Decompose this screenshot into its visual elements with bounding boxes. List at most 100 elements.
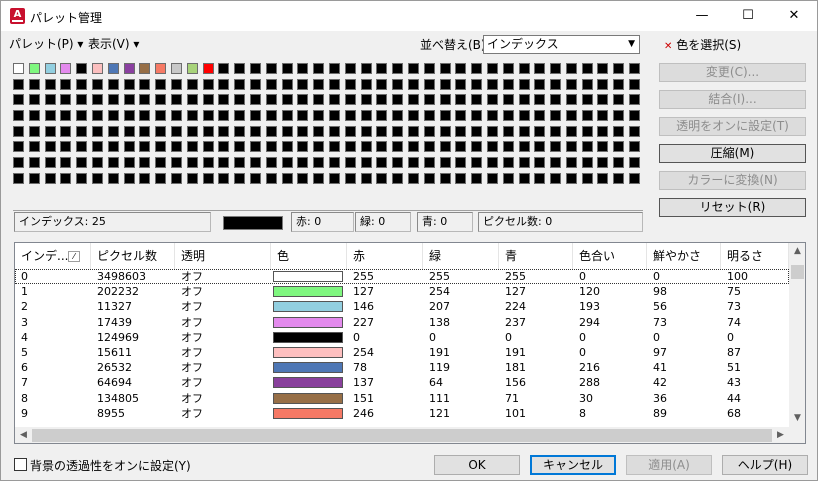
palette-swatch[interactable] — [629, 78, 641, 90]
compress-button[interactable]: 圧縮(M) — [659, 144, 806, 163]
palette-swatch[interactable] — [392, 157, 404, 169]
palette-swatch[interactable] — [392, 172, 404, 184]
palette-swatch[interactable] — [439, 110, 451, 122]
palette-swatch[interactable] — [139, 172, 151, 184]
palette-swatch[interactable] — [328, 94, 340, 106]
palette-swatch[interactable] — [202, 63, 214, 74]
column-header[interactable]: ピクセル数 — [91, 243, 175, 269]
palette-swatch[interactable] — [265, 78, 277, 90]
palette-swatch[interactable] — [297, 141, 309, 153]
palette-swatch[interactable] — [376, 78, 388, 90]
palette-swatch[interactable] — [170, 94, 182, 106]
palette-swatch[interactable] — [344, 125, 356, 137]
palette-swatch[interactable] — [123, 78, 135, 90]
palette-swatch[interactable] — [502, 157, 514, 169]
palette-swatch[interactable] — [407, 94, 419, 106]
palette-swatch[interactable] — [471, 125, 483, 137]
column-header[interactable]: 鮮やかさ — [647, 243, 721, 269]
palette-swatch[interactable] — [328, 172, 340, 184]
palette-swatch[interactable] — [107, 157, 119, 169]
palette-swatch[interactable] — [581, 157, 593, 169]
palette-swatch[interactable] — [107, 141, 119, 153]
maximize-button[interactable]: ☐ — [725, 1, 771, 31]
palette-swatch[interactable] — [344, 172, 356, 184]
palette-swatch[interactable] — [139, 94, 151, 106]
palette-swatch[interactable] — [76, 141, 88, 153]
palette-swatch[interactable] — [502, 141, 514, 153]
palette-swatch[interactable] — [439, 63, 451, 74]
horizontal-scrollbar[interactable]: ◀ ▶ — [15, 427, 789, 443]
palette-swatch[interactable] — [565, 78, 577, 90]
palette-swatch[interactable] — [313, 125, 325, 137]
palette-swatch[interactable] — [471, 141, 483, 153]
bg-transparency-checkbox[interactable] — [14, 458, 27, 471]
palette-swatch[interactable] — [471, 78, 483, 90]
palette-swatch[interactable] — [392, 94, 404, 106]
palette-swatch[interactable] — [170, 63, 182, 74]
palette-swatch[interactable] — [376, 94, 388, 106]
vertical-scrollbar[interactable]: ▲ ▼ — [789, 243, 805, 427]
palette-swatch[interactable] — [581, 141, 593, 153]
palette-swatch[interactable] — [439, 94, 451, 106]
palette-swatch[interactable] — [60, 78, 72, 90]
palette-swatch[interactable] — [234, 125, 246, 137]
palette-swatch[interactable] — [249, 63, 261, 74]
palette-swatch[interactable] — [407, 125, 419, 137]
palette-swatch[interactable] — [13, 125, 24, 137]
palette-swatch[interactable] — [265, 157, 277, 169]
palette-swatch[interactable] — [518, 94, 530, 106]
palette-swatch[interactable] — [123, 141, 135, 153]
palette-swatch[interactable] — [234, 63, 246, 74]
palette-swatch[interactable] — [565, 141, 577, 153]
palette-swatch[interactable] — [518, 157, 530, 169]
table-row[interactable]: 4 124969 オフ 0 0 0 0 0 0 — [15, 330, 789, 345]
palette-swatch[interactable] — [613, 63, 625, 74]
palette-swatch[interactable] — [360, 141, 372, 153]
palette-swatch[interactable] — [218, 94, 230, 106]
palette-swatch[interactable] — [234, 157, 246, 169]
palette-swatch[interactable] — [439, 125, 451, 137]
palette-swatch[interactable] — [107, 172, 119, 184]
palette-swatch[interactable] — [202, 78, 214, 90]
palette-swatch[interactable] — [155, 157, 167, 169]
palette-swatch[interactable] — [344, 157, 356, 169]
table-row[interactable]: 0 3498603 オフ 255 255 255 0 0 100 — [15, 269, 789, 285]
palette-swatch[interactable] — [91, 78, 103, 90]
palette-swatch[interactable] — [518, 110, 530, 122]
palette-swatch[interactable] — [313, 141, 325, 153]
palette-swatch[interactable] — [170, 110, 182, 122]
palette-swatch[interactable] — [202, 125, 214, 137]
palette-swatch[interactable] — [518, 125, 530, 137]
palette-swatch[interactable] — [376, 157, 388, 169]
palette-swatch[interactable] — [60, 110, 72, 122]
palette-swatch[interactable] — [265, 141, 277, 153]
palette-swatch[interactable] — [107, 78, 119, 90]
palette-swatch[interactable] — [550, 78, 562, 90]
palette-swatch[interactable] — [360, 125, 372, 137]
palette-swatch[interactable] — [186, 78, 198, 90]
column-header[interactable]: 青 — [499, 243, 573, 269]
palette-swatch[interactable] — [123, 94, 135, 106]
sort-select[interactable]: インデックス ▼ — [483, 35, 640, 54]
palette-swatch[interactable] — [107, 110, 119, 122]
scroll-left-icon[interactable]: ◀ — [15, 427, 32, 443]
palette-swatch[interactable] — [139, 125, 151, 137]
close-button[interactable]: ✕ — [771, 1, 817, 31]
palette-swatch[interactable] — [91, 110, 103, 122]
palette-swatch[interactable] — [392, 141, 404, 153]
palette-swatch[interactable] — [423, 78, 435, 90]
palette-swatch[interactable] — [392, 125, 404, 137]
palette-swatch[interactable] — [502, 110, 514, 122]
palette-swatch[interactable] — [44, 141, 56, 153]
table-row[interactable]: 2 11327 オフ 146 207 224 193 56 73 — [15, 299, 789, 314]
reset-button[interactable]: リセット(R) — [659, 198, 806, 217]
palette-swatch[interactable] — [249, 125, 261, 137]
palette-swatch[interactable] — [155, 172, 167, 184]
pick-color-button[interactable]: ✕ 色を選択(S) — [664, 36, 741, 53]
column-header[interactable]: 色合い — [573, 243, 647, 269]
palette-swatch[interactable] — [186, 63, 198, 74]
cancel-button[interactable]: キャンセル — [530, 455, 616, 475]
palette-swatch[interactable] — [313, 63, 325, 74]
palette-swatch[interactable] — [155, 141, 167, 153]
palette-swatch[interactable] — [597, 94, 609, 106]
